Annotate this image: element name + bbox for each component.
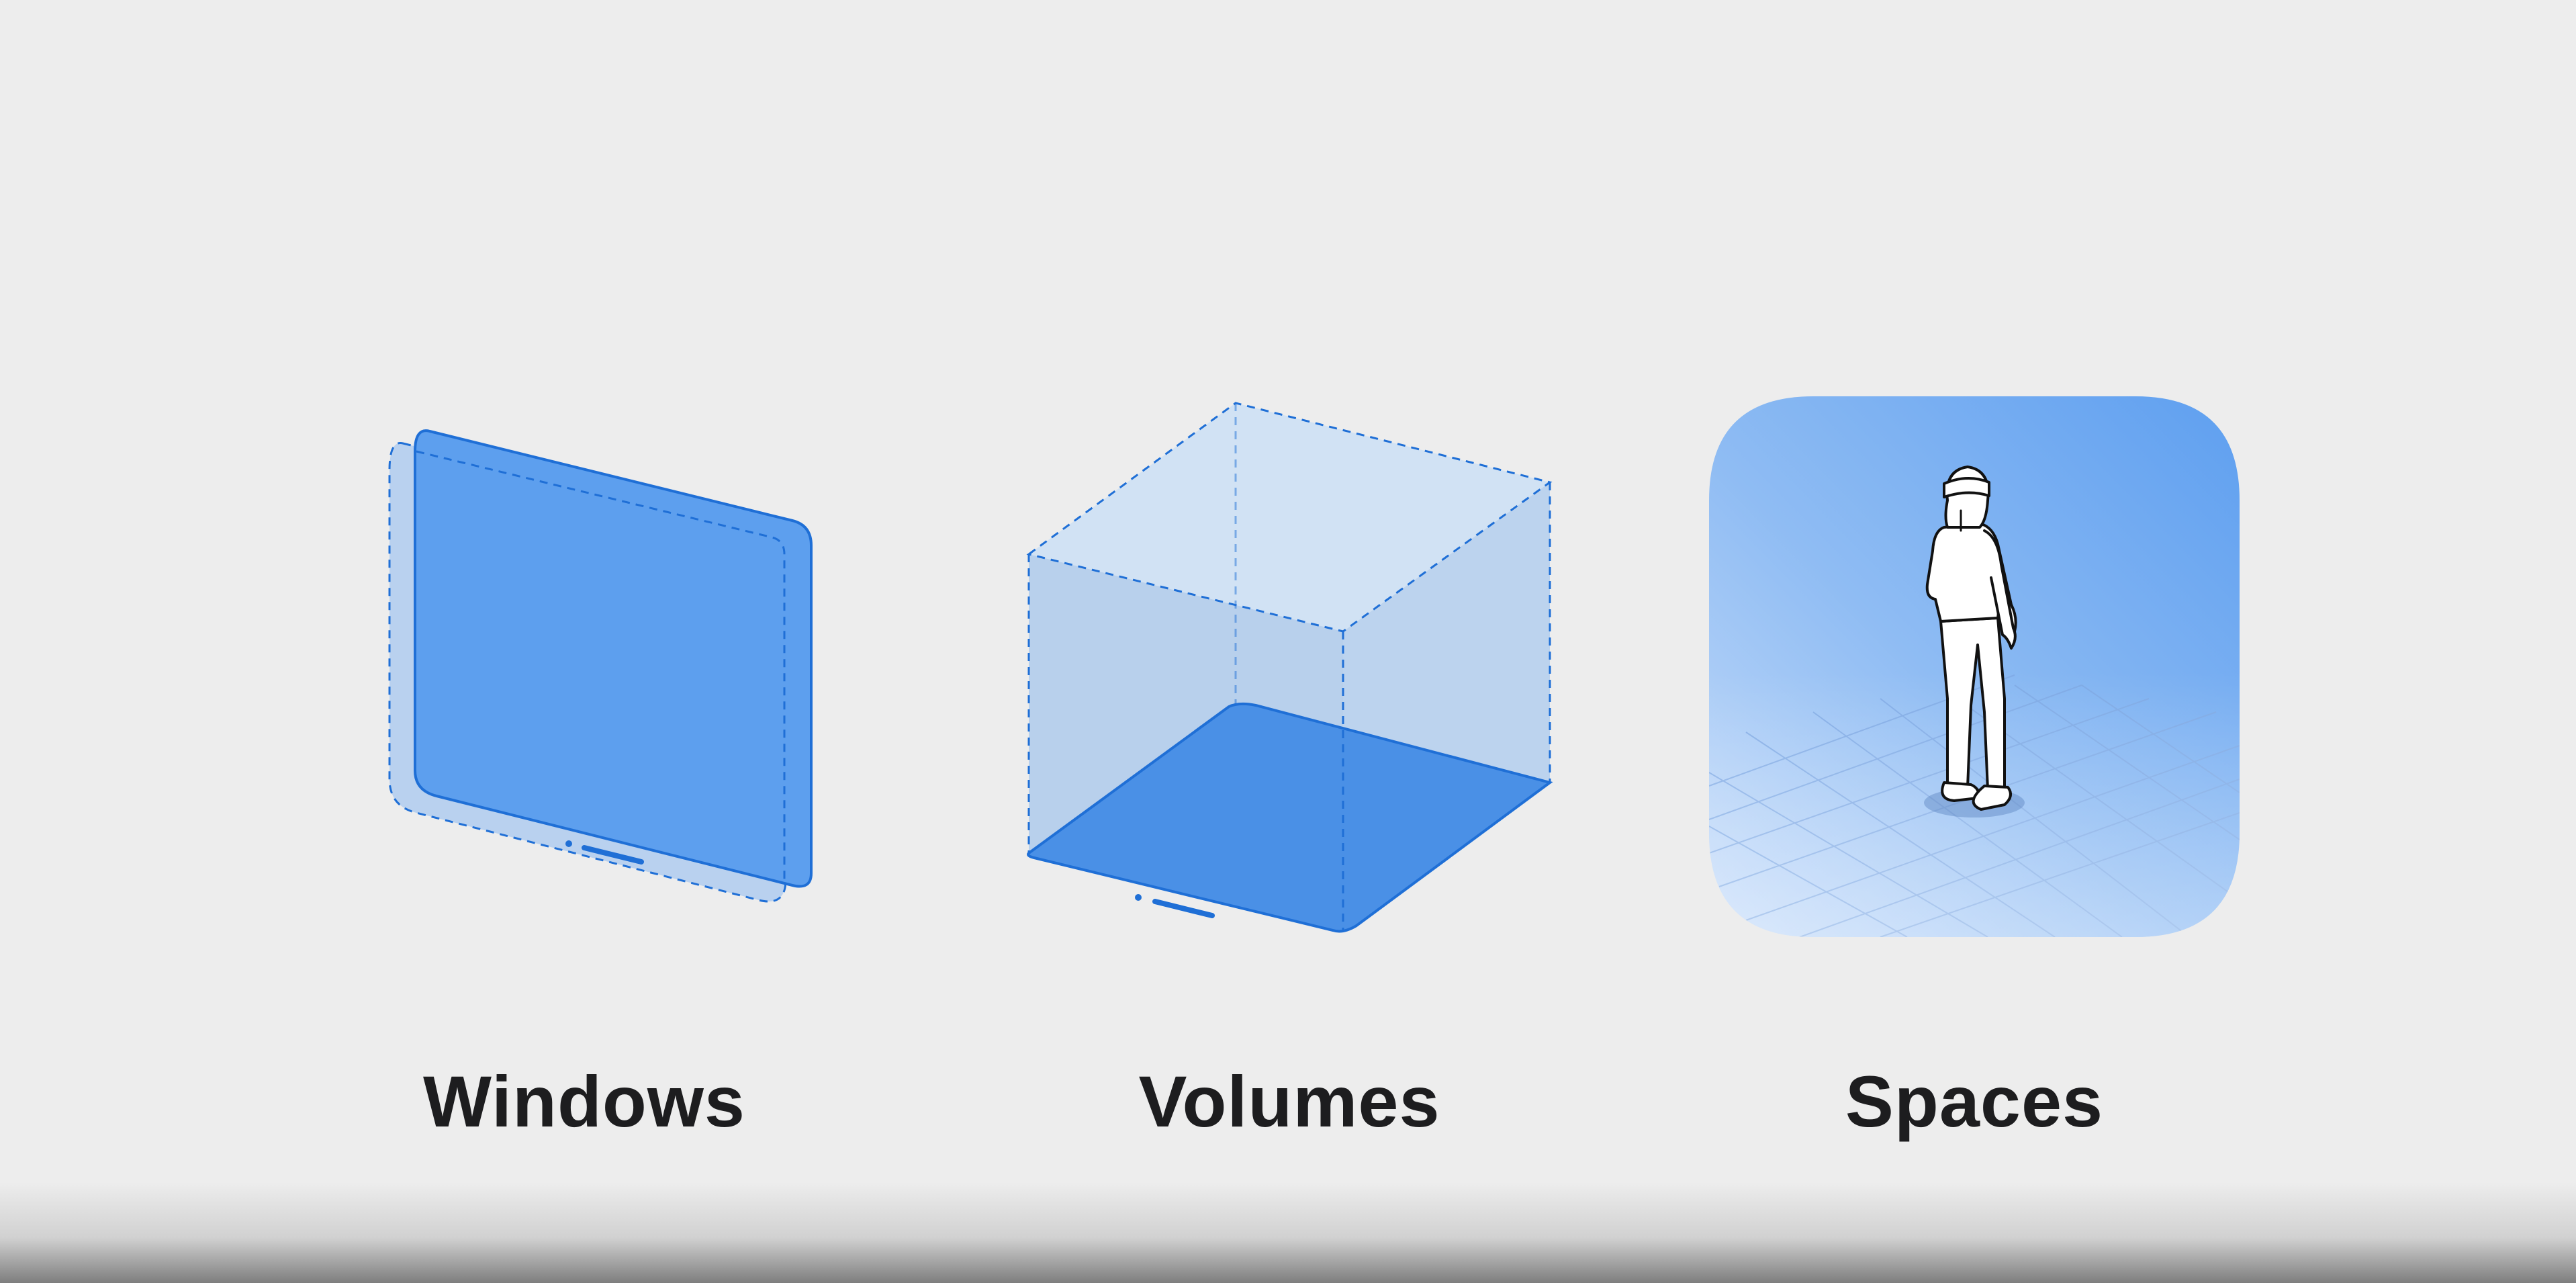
volume-box-icon	[1026, 402, 1553, 933]
slide: Windows Volumes Spaces	[0, 0, 2576, 1283]
spaces-label: Spaces	[1845, 1061, 2104, 1142]
bottom-shade	[0, 1182, 2576, 1283]
windows-label: Windows	[423, 1061, 745, 1142]
volumes-label: Volumes	[1138, 1061, 1440, 1142]
space-person-icon	[1709, 396, 2240, 937]
window-panel-icon	[388, 429, 813, 903]
